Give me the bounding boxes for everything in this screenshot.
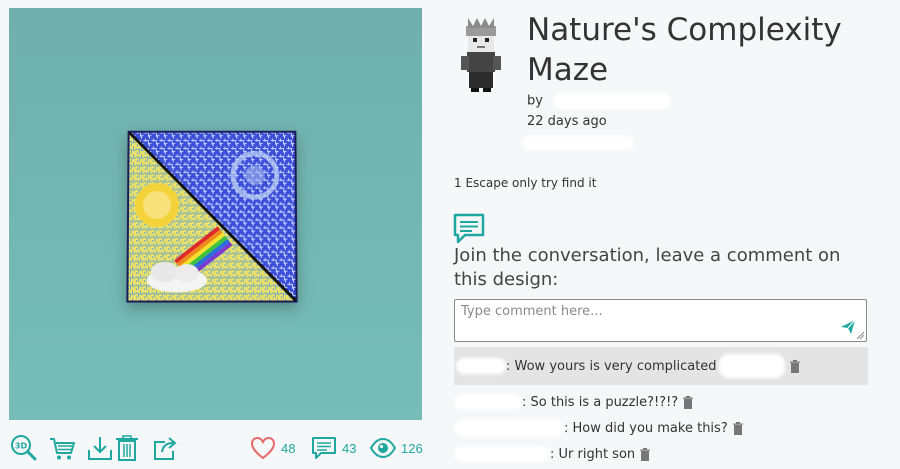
comment-icon (312, 437, 336, 459)
comment-box (454, 299, 867, 342)
eye-icon (370, 437, 396, 459)
svg-text:3D: 3D (15, 442, 28, 451)
meta-redacted (522, 136, 634, 150)
design-description: 1 Escape only try find it (454, 176, 597, 190)
comment-text: : So this is a puzzle?!?!? (522, 394, 679, 410)
comment-item: : Wow yours is very complicated (454, 347, 868, 385)
comments-button[interactable]: 43 (311, 435, 356, 461)
commenter-name-redacted[interactable] (456, 358, 506, 374)
zoom-3d-icon: 3D (11, 435, 37, 461)
delete-comment-icon[interactable] (789, 359, 801, 373)
delete-comment-icon[interactable] (639, 447, 651, 461)
comment-text: : How did you make this? (564, 420, 728, 436)
comment-count: 43 (342, 440, 357, 456)
comment-item: : Ur right son (454, 441, 868, 467)
comment-item: : How did you make this? (454, 415, 868, 441)
commenter-name-redacted[interactable] (454, 446, 550, 462)
author-line: by (527, 93, 671, 109)
conversation-icon (453, 213, 485, 244)
send-icon[interactable] (840, 319, 856, 335)
view-3d-button[interactable]: 3D (9, 433, 39, 463)
views-stat: 126 (370, 435, 423, 461)
buy-button[interactable] (47, 433, 77, 463)
delete-comment-icon[interactable] (682, 395, 694, 409)
comment-text: : Ur right son (550, 446, 636, 462)
like-button[interactable]: 48 (250, 435, 295, 461)
resize-grip-icon[interactable] (855, 330, 865, 340)
delete-button[interactable] (112, 433, 142, 463)
author-name-redacted[interactable] (552, 93, 671, 109)
commenter-name-redacted[interactable] (454, 394, 522, 410)
comment-input[interactable] (455, 300, 866, 341)
author-avatar[interactable] (455, 16, 507, 92)
by-label: by (527, 93, 543, 109)
share-icon (154, 437, 177, 460)
maze-image (126, 130, 298, 303)
design-title: Nature's Complexity Maze (527, 12, 842, 88)
view-count: 126 (401, 440, 423, 456)
design-preview[interactable] (9, 8, 422, 420)
comment-text: : Wow yours is very complicated (506, 358, 717, 374)
posted-time: 22 days ago (527, 114, 607, 129)
like-count: 48 (281, 440, 296, 456)
comment-redacted (718, 354, 785, 378)
comment-list: : Wow yours is very complicated : So thi… (454, 347, 868, 467)
conversation-prompt: Join the conversation, leave a comment o… (454, 245, 841, 290)
share-button[interactable] (150, 433, 180, 463)
maze-artwork (126, 130, 298, 303)
download-icon (88, 437, 112, 460)
download-button[interactable] (85, 433, 115, 463)
trash-icon (116, 435, 138, 461)
delete-comment-icon[interactable] (732, 421, 744, 435)
avatar-character-icon (461, 18, 501, 92)
heart-icon (250, 436, 276, 460)
action-bar: 3D 48 43 126 (9, 430, 423, 466)
cart-icon (50, 438, 75, 460)
comment-item: : So this is a puzzle?!?!? (454, 389, 868, 415)
commenter-name-redacted[interactable] (454, 420, 564, 436)
